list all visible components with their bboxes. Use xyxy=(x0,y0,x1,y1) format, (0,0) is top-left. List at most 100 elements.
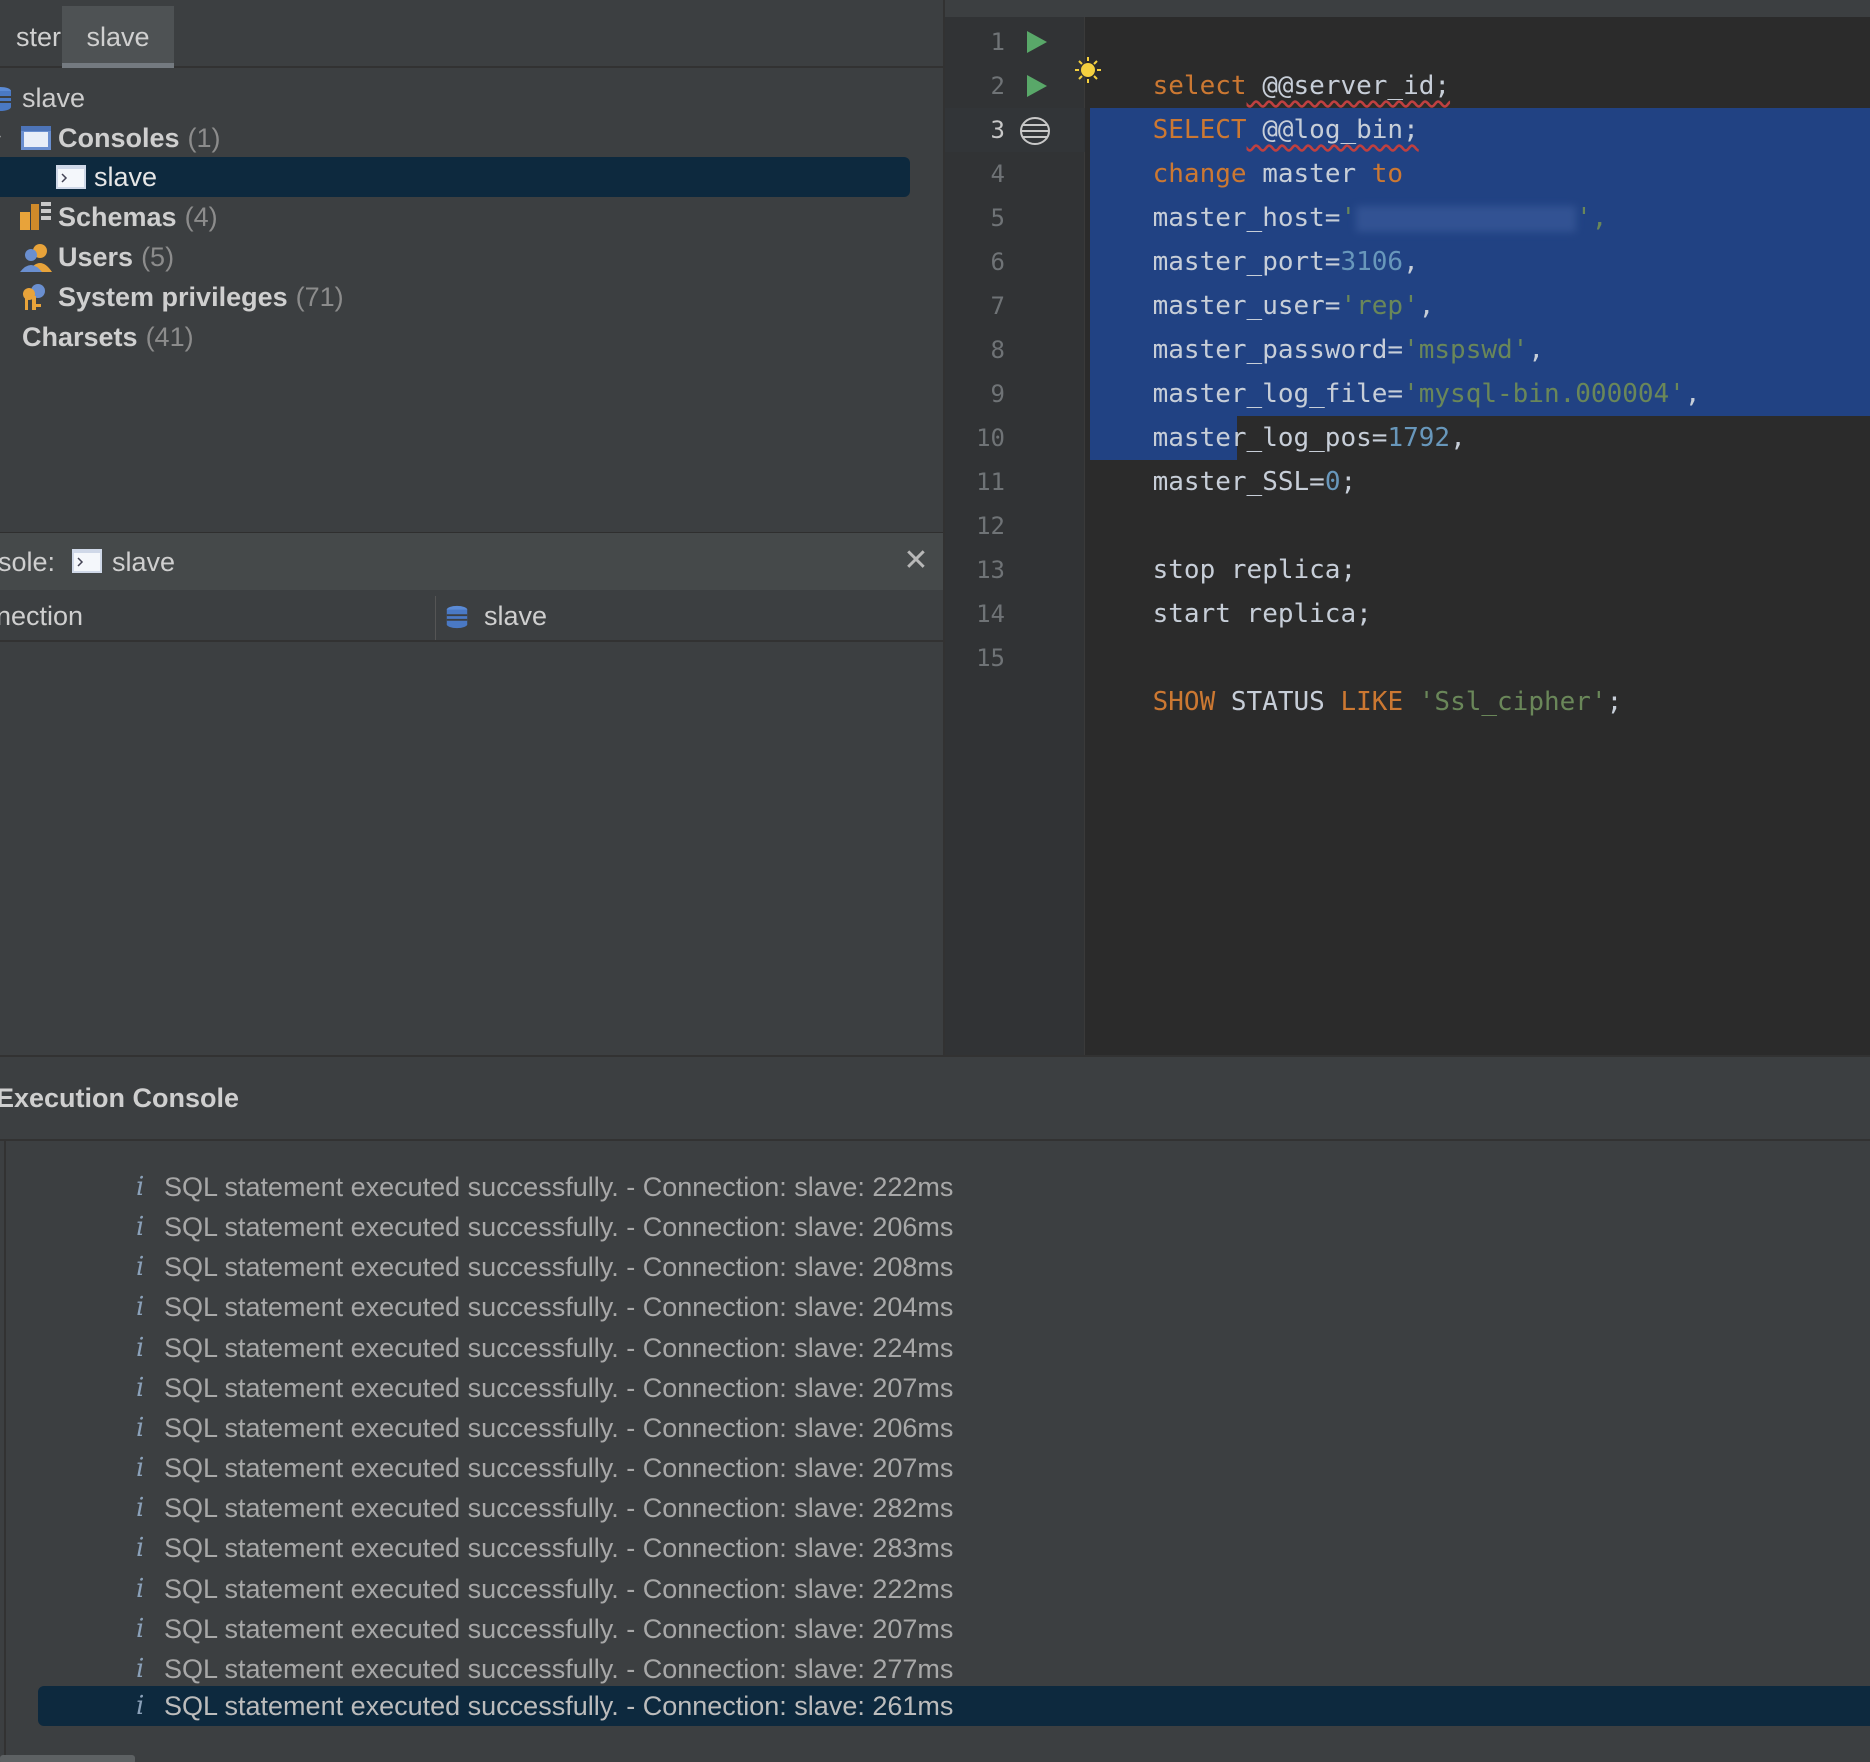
tab-bar: ster slave xyxy=(0,0,943,68)
log-message: SQL statement executed successfully. - C… xyxy=(164,1332,954,1363)
log-message: SQL statement executed successfully. - C… xyxy=(164,1573,954,1604)
code-line-13[interactable]: start replica; xyxy=(1090,548,1372,629)
tree-item-console-slave[interactable]: slave xyxy=(0,157,910,197)
database-icon xyxy=(0,87,11,111)
code-line-6[interactable]: master_user='rep', xyxy=(1090,240,1435,321)
line-number: 12 xyxy=(976,512,1005,540)
info-icon: i xyxy=(136,1372,145,1403)
editor-gutter: 1 2 3 4 5 6 7 8 9 10 11 12 13 14 15 xyxy=(945,17,1085,1055)
code-line-4[interactable]: master_host=' ', xyxy=(1090,152,1608,233)
log-entry[interactable]: i SQL statement executed successfully. - … xyxy=(38,1650,1870,1688)
close-icon[interactable]: ✕ xyxy=(900,545,932,577)
lightbulb-icon[interactable] xyxy=(1074,56,1102,84)
users-icon xyxy=(20,244,52,272)
log-message: SQL statement executed successfully. - C… xyxy=(164,1613,954,1644)
log-entry[interactable]: i SQL statement executed successfully. - … xyxy=(38,1168,1870,1206)
line-number: 8 xyxy=(990,336,1005,364)
code-line-15[interactable]: SHOW STATUS LIKE 'Ssl_cipher'; xyxy=(1090,636,1623,717)
connection-row: nection slave xyxy=(0,590,943,642)
horizontal-scrollbar[interactable] xyxy=(0,1755,135,1762)
sql-editor[interactable]: 1 2 3 4 5 6 7 8 9 10 11 12 13 14 15 sele… xyxy=(945,0,1870,1055)
log-message: SQL statement executed successfully. - C… xyxy=(164,1412,954,1443)
column-divider xyxy=(435,596,436,640)
tab-slave[interactable]: slave xyxy=(62,6,174,68)
line-number: 6 xyxy=(990,248,1005,276)
line-number: 2 xyxy=(990,72,1005,100)
console-folder-icon xyxy=(21,126,51,150)
tree-item-label: Users (5) xyxy=(58,242,175,272)
code-line-9[interactable]: master_log_pos=1792, xyxy=(1090,372,1466,453)
run-statement-icon[interactable] xyxy=(1023,29,1049,55)
execution-console: Execution Console i SQL statement execute… xyxy=(0,1055,1870,1762)
log-message: SQL statement executed successfully. - C… xyxy=(164,1212,954,1243)
code-line-12[interactable]: stop replica; xyxy=(1090,504,1357,585)
log-entry[interactable]: i SQL statement executed successfully. - … xyxy=(38,1248,1870,1286)
run-statement-stack-icon[interactable] xyxy=(1019,116,1051,146)
editor-top-strip xyxy=(945,0,1870,17)
log-entry[interactable]: i SQL statement executed successfully. - … xyxy=(38,1570,1870,1608)
line-number: 11 xyxy=(976,468,1005,496)
line-number: 1 xyxy=(990,28,1005,56)
log-message: SQL statement executed successfully. - C… xyxy=(164,1493,954,1524)
console-header: sole: slave ✕ xyxy=(0,532,943,590)
execution-console-title: Execution Console xyxy=(0,1083,240,1113)
log-message: SQL statement executed successfully. - C… xyxy=(164,1372,954,1403)
info-icon: i xyxy=(136,1332,145,1363)
code-line-8[interactable]: master_log_file='mysql-bin.000004', xyxy=(1090,328,1701,409)
run-statement-icon[interactable] xyxy=(1023,73,1049,99)
code-line-10[interactable]: master_SSL=0; xyxy=(1090,416,1357,497)
connection-value[interactable]: slave xyxy=(484,590,547,642)
log-entry[interactable]: i SQL statement executed successfully. - … xyxy=(38,1409,1870,1447)
code-line-1[interactable]: select @@server_id; xyxy=(1090,20,1450,101)
connection-label: nection xyxy=(0,601,84,631)
log-message: SQL statement executed successfully. - C… xyxy=(164,1292,954,1323)
tree-item-label: Charsets (41) xyxy=(22,322,194,352)
log-message: SQL statement executed successfully. - C… xyxy=(164,1172,954,1202)
line-number: 4 xyxy=(990,160,1005,188)
console-name: slave xyxy=(112,547,176,577)
console-icon xyxy=(72,549,102,573)
code-line-3[interactable]: change master to xyxy=(1090,108,1403,189)
console-label: sole: xyxy=(0,547,56,577)
line-number: 9 xyxy=(990,380,1005,408)
log-message: SQL statement executed successfully. - C… xyxy=(164,1453,954,1484)
tree-item-label: System privileges (71) xyxy=(58,282,344,312)
line-number: 15 xyxy=(976,644,1005,672)
line-number: 13 xyxy=(976,556,1005,584)
log-entry[interactable]: i SQL statement executed successfully. - … xyxy=(38,1685,1870,1726)
database-explorer: ster slave slave ▾ Consoles(1) xyxy=(0,0,943,532)
divider xyxy=(4,1141,6,1762)
line-number-current: 3 xyxy=(990,116,1005,144)
privileges-key-icon xyxy=(23,284,45,310)
log-entry[interactable]: i SQL statement executed successfully. - … xyxy=(38,1208,1870,1246)
info-icon: i xyxy=(136,1493,145,1524)
divider xyxy=(0,1139,1870,1141)
info-icon: i xyxy=(136,1453,145,1484)
console-icon xyxy=(56,165,86,189)
schemas-icon xyxy=(20,202,51,230)
log-entry[interactable]: i SQL statement executed successfully. - … xyxy=(38,1610,1870,1648)
log-entry[interactable]: i SQL statement executed successfully. - … xyxy=(38,1288,1870,1326)
tree-item-label: Schemas (4) xyxy=(58,202,218,232)
tree-item-label: slave xyxy=(94,162,158,192)
log-message: SQL statement executed successfully. - C… xyxy=(164,1252,954,1283)
expand-arrow-icon[interactable]: ▾ xyxy=(0,118,1,158)
info-icon: i xyxy=(136,1252,145,1283)
info-icon: i xyxy=(136,1653,145,1684)
code-line-5[interactable]: master_port=3106, xyxy=(1090,196,1419,277)
info-icon: i xyxy=(136,1613,145,1644)
info-icon: i xyxy=(136,1533,145,1564)
log-entry[interactable]: i SQL statement executed successfully. - … xyxy=(38,1329,1870,1367)
log-entry[interactable]: i SQL statement executed successfully. - … xyxy=(38,1489,1870,1527)
log-entry[interactable]: i SQL statement executed successfully. - … xyxy=(38,1529,1870,1567)
info-icon: i xyxy=(136,1573,145,1604)
code-line-2[interactable]: SELECT @@log_bin; xyxy=(1090,64,1419,145)
database-icon xyxy=(446,605,468,629)
log-entry[interactable]: i SQL statement executed successfully. - … xyxy=(38,1449,1870,1487)
tree-item-label: Consoles (1) xyxy=(58,123,221,153)
code-line-7[interactable]: master_password='mspswd', xyxy=(1090,284,1544,365)
info-icon: i xyxy=(136,1412,145,1443)
info-icon: i xyxy=(136,1690,145,1721)
log-entry[interactable]: i SQL statement executed successfully. - … xyxy=(38,1369,1870,1407)
log-message: SQL statement executed successfully. - C… xyxy=(164,1533,954,1564)
